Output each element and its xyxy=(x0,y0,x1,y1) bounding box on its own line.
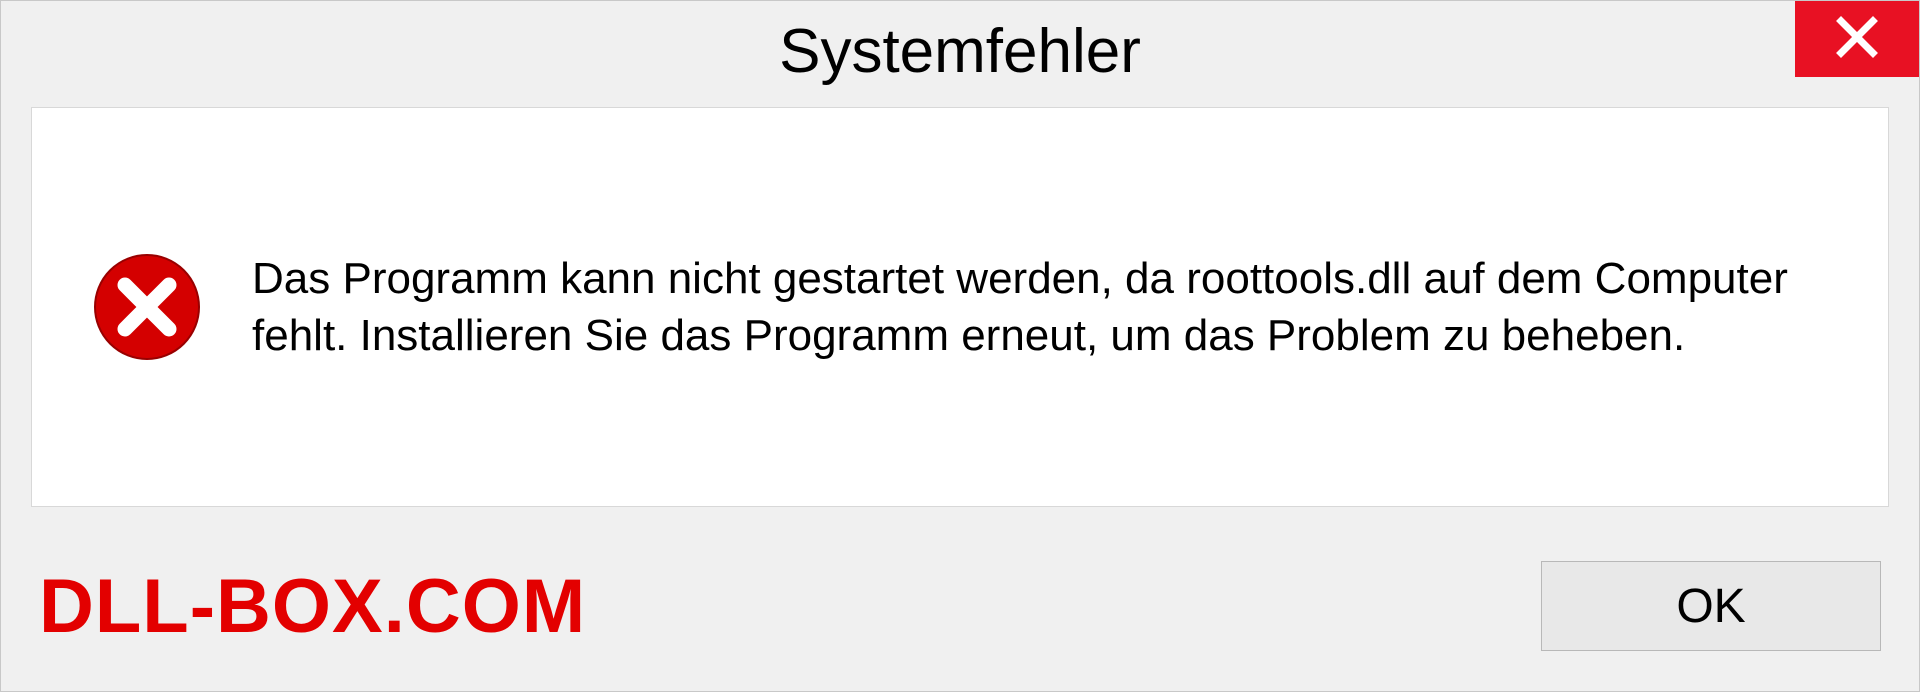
titlebar: Systemfehler xyxy=(1,1,1919,101)
error-dialog: Systemfehler Das Programm kann nicht ges… xyxy=(0,0,1920,692)
ok-button[interactable]: OK xyxy=(1541,561,1881,651)
watermark-text: DLL-BOX.COM xyxy=(39,563,586,650)
content-panel: Das Programm kann nicht gestartet werden… xyxy=(31,107,1889,507)
error-message: Das Programm kann nicht gestartet werden… xyxy=(252,250,1828,364)
dialog-footer: DLL-BOX.COM OK xyxy=(1,521,1919,691)
dialog-title: Systemfehler xyxy=(779,16,1141,87)
ok-button-label: OK xyxy=(1676,579,1745,634)
close-icon xyxy=(1835,15,1879,64)
error-icon xyxy=(92,252,202,362)
close-button[interactable] xyxy=(1795,1,1919,77)
